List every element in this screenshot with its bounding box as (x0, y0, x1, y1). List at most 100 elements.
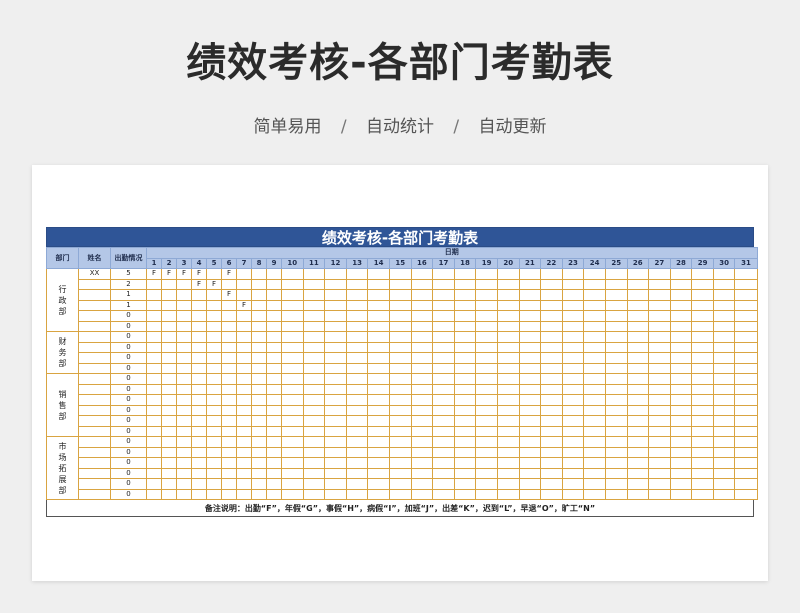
day-cell (410, 467, 434, 479)
day-cell (410, 341, 434, 353)
employee-name (78, 457, 111, 469)
day-cell (191, 352, 207, 364)
header-day: 30 (712, 257, 736, 269)
day-cell (367, 394, 390, 406)
day-cell (345, 404, 369, 416)
table-row: 1F (47, 289, 758, 301)
day-cell (221, 352, 237, 364)
day-cell (221, 488, 237, 500)
header-day: 12 (324, 257, 347, 269)
day-cell (691, 268, 714, 280)
day-cell (432, 394, 455, 406)
day-cell (604, 457, 628, 469)
header-day: 9 (266, 257, 282, 269)
day-cell (191, 394, 207, 406)
day-cell (648, 268, 671, 280)
day-cell (206, 299, 222, 311)
day-cell (691, 341, 714, 353)
header-day: 4 (191, 257, 207, 269)
day-cell (410, 425, 434, 437)
table-row: 行政部 XX 5 F F F F F (46, 268, 758, 332)
day-cell (453, 457, 477, 469)
day-cell (251, 457, 267, 469)
day-cell (734, 278, 758, 290)
day-cell (604, 383, 628, 395)
day-cell (388, 299, 412, 311)
employee-name (78, 404, 111, 416)
day-cell (191, 341, 207, 353)
header-day: 6 (221, 257, 237, 269)
day-cell (191, 320, 207, 332)
day-cell (266, 415, 282, 427)
tag-3: 自动更新 (478, 117, 547, 137)
day-cell (561, 289, 585, 301)
day-cell (626, 299, 650, 311)
day-cell (302, 362, 326, 374)
day-cell (345, 362, 369, 374)
day-cell (540, 352, 563, 364)
day-cell (367, 404, 390, 416)
day-cell (345, 394, 369, 406)
day-cell (221, 394, 237, 406)
day-cell (604, 320, 628, 332)
day-cell: F (146, 268, 162, 280)
day-cell (669, 341, 693, 353)
day-cell (518, 299, 542, 311)
day-cell (251, 436, 267, 448)
day-cell (518, 373, 542, 385)
day-cell (453, 289, 477, 301)
day-cell (475, 310, 498, 322)
day-cell (518, 457, 542, 469)
day-cell (302, 373, 326, 385)
table-row: 0 (47, 404, 758, 416)
day-cell (388, 478, 412, 490)
attendance-count: 0 (110, 457, 147, 469)
day-cell (604, 425, 628, 437)
day-cell (176, 373, 192, 385)
day-cell (410, 352, 434, 364)
day-cell (206, 425, 222, 437)
day-cell (367, 457, 390, 469)
header-day: 3 (176, 257, 192, 269)
day-cell (367, 299, 390, 311)
day-cell (176, 289, 192, 301)
day-cell (388, 415, 412, 427)
day-cell (388, 404, 412, 416)
day-cell (281, 373, 304, 385)
day-cell (518, 289, 542, 301)
day-cell (626, 425, 650, 437)
day-cell (518, 331, 542, 343)
day-cell (561, 373, 585, 385)
day-cell (604, 278, 628, 290)
day-cell (496, 310, 520, 322)
attendance-count: 0 (110, 320, 147, 332)
day-cell (518, 278, 542, 290)
day-cell (345, 341, 369, 353)
day-cell (453, 467, 477, 479)
table-row: 0 (47, 362, 758, 374)
day-cell (648, 331, 671, 343)
day-cell (388, 341, 412, 353)
day-cell (302, 320, 326, 332)
day-cell (161, 341, 177, 353)
day-cell (561, 320, 585, 332)
day-cell (236, 467, 252, 479)
day-cell (206, 383, 222, 395)
day-cell (191, 415, 207, 427)
attendance-count: 0 (110, 446, 147, 458)
employee-name (78, 383, 111, 395)
day-cell (583, 394, 606, 406)
day-cell (176, 478, 192, 490)
header-day: 21 (518, 257, 542, 269)
day-cell (540, 394, 563, 406)
day-cell (345, 268, 369, 280)
day-cell (146, 383, 162, 395)
day-cell (251, 341, 267, 353)
day-cell (669, 278, 693, 290)
day-cell (410, 488, 434, 500)
header-day: 26 (626, 257, 650, 269)
day-cell (410, 278, 434, 290)
day-cell (734, 488, 758, 500)
day-cell (453, 320, 477, 332)
day-cell (146, 278, 162, 290)
